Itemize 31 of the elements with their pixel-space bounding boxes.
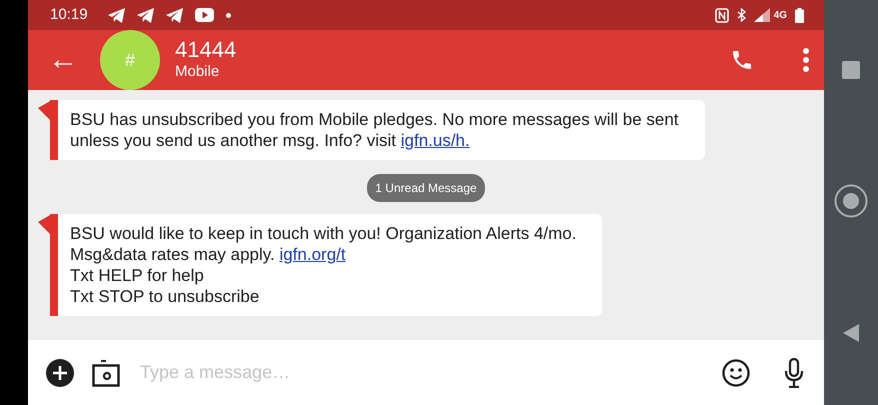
back-button[interactable]: ← (48, 45, 78, 75)
notification-dot-icon (226, 12, 231, 18)
bluetooth-icon (736, 8, 746, 22)
microphone-button[interactable] (784, 358, 804, 388)
home-button[interactable] (834, 184, 868, 218)
back-nav-button[interactable] (843, 324, 859, 342)
telegram-icon (108, 8, 125, 22)
video-play-icon (194, 8, 214, 22)
telegram-icon (136, 8, 154, 22)
clock-time: 10:19 (50, 4, 88, 25)
battery-icon (795, 8, 804, 22)
unread-divider: 1 Unread Message (367, 174, 485, 202)
message-tail-icon (38, 214, 60, 316)
telegram-icon (166, 8, 183, 22)
message-link[interactable]: igfn.us/h. (400, 131, 470, 150)
message-tail-icon (38, 100, 60, 160)
recents-button[interactable] (842, 60, 860, 79)
message-text: BSU has unsubscribed you from Mobile pledges. No more messages will be sent unless you send us another msg. Info? visit igfn.us/h. (70, 109, 679, 151)
nfc-icon (714, 8, 729, 22)
message-composer-bar[interactable]: Type a message… (28, 340, 824, 405)
network-type: 4G (774, 8, 787, 22)
emoji-button[interactable] (722, 358, 750, 386)
message-text: BSU would like to keep in touch with you! Organization Alerts 4/mo. Msg&data rates may apply. igfn.org/t Txt HELP for help Txt STOP to unsubscribe (70, 223, 576, 307)
contact-name: 41444 (175, 38, 238, 62)
add-button[interactable] (46, 358, 74, 386)
more-options-button[interactable] (802, 47, 810, 73)
message-link[interactable]: igfn.org/t (279, 245, 346, 264)
phone-call-button[interactable] (730, 48, 754, 72)
signal-icon (754, 8, 770, 22)
camera-button[interactable] (92, 358, 120, 386)
contact-type: Mobile (175, 62, 220, 82)
